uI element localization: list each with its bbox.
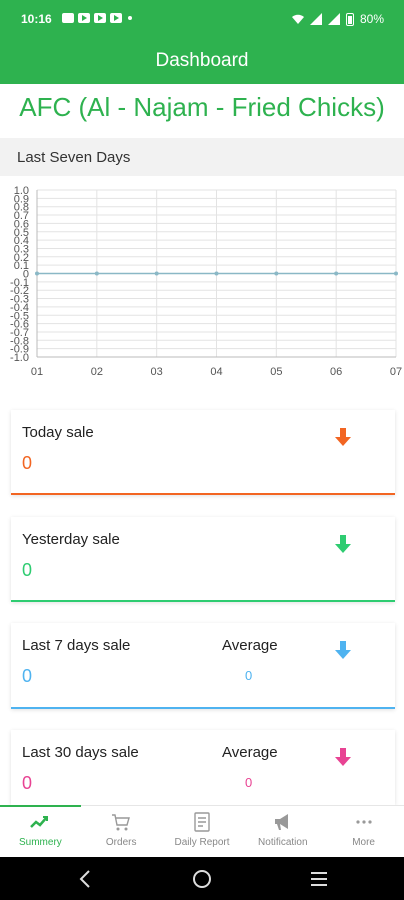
more-notifications-icon bbox=[128, 16, 132, 20]
page-title: Dashboard bbox=[155, 50, 249, 71]
home-icon[interactable] bbox=[190, 867, 214, 891]
restaurant-name: AFC (Al - Najam - Fried Chicks) bbox=[19, 92, 385, 122]
last-30-days-value: 0 bbox=[22, 773, 33, 793]
nav-notification[interactable]: Notification bbox=[242, 806, 323, 857]
x-tick-label: 06 bbox=[330, 366, 342, 378]
average-label: Average bbox=[222, 744, 278, 761]
back-icon[interactable] bbox=[74, 867, 98, 891]
nav-more[interactable]: More bbox=[323, 806, 404, 857]
trend-icon bbox=[30, 816, 49, 828]
report-icon bbox=[194, 812, 210, 832]
battery-level: 80% bbox=[359, 12, 384, 26]
app-bar: Dashboard bbox=[0, 38, 404, 84]
last-7-days-label: Last 7 days sale bbox=[22, 637, 131, 654]
data-point bbox=[274, 271, 279, 276]
data-point bbox=[94, 271, 99, 276]
bottom-navigation: Summery Orders Daily Report Notification… bbox=[0, 805, 404, 857]
card-underline bbox=[11, 493, 395, 495]
megaphone-icon bbox=[274, 814, 288, 830]
message-icon bbox=[62, 13, 74, 23]
section-title: Last Seven Days bbox=[17, 149, 131, 166]
arrow-down-icon bbox=[335, 535, 351, 553]
nav-label: Summery bbox=[19, 837, 62, 848]
nav-daily-report[interactable]: Daily Report bbox=[162, 806, 243, 857]
status-bar: 10:16 80% bbox=[0, 0, 404, 38]
notification-icons bbox=[62, 13, 132, 23]
signal-icon bbox=[309, 13, 322, 25]
yesterday-sale-value: 0 bbox=[22, 560, 33, 580]
x-tick-label: 07 bbox=[390, 366, 402, 378]
system-navigation-bar bbox=[0, 857, 404, 900]
nav-label: Orders bbox=[105, 837, 137, 848]
y-tick-label: -1.0 bbox=[10, 352, 29, 364]
wifi-icon bbox=[291, 14, 304, 24]
nav-label: Notification bbox=[258, 837, 308, 848]
x-tick-label: 03 bbox=[151, 366, 163, 378]
signal-icon bbox=[327, 13, 340, 25]
sales-line-chart: 1.00.90.80.70.60.50.40.30.20.10-0.1-0.2-… bbox=[10, 185, 402, 378]
data-point bbox=[394, 271, 398, 276]
today-sale-card[interactable]: Today sale 0 bbox=[11, 410, 395, 495]
data-point bbox=[214, 271, 219, 276]
yesterday-sale-label: Yesterday sale bbox=[22, 531, 120, 548]
last-7-days-card[interactable]: Last 7 days sale 0 Average 0 bbox=[11, 623, 395, 709]
data-point bbox=[334, 271, 339, 276]
card-underline bbox=[11, 600, 395, 602]
x-tick-label: 04 bbox=[210, 366, 222, 378]
nav-summery[interactable]: Summery bbox=[0, 805, 81, 857]
battery-icon bbox=[345, 12, 354, 26]
today-sale-label: Today sale bbox=[22, 424, 94, 441]
last-30-days-label: Last 30 days sale bbox=[22, 744, 139, 761]
more-icon bbox=[355, 820, 372, 824]
x-tick-label: 01 bbox=[31, 366, 43, 378]
average-label: Average bbox=[222, 637, 278, 654]
last-7-days-value: 0 bbox=[22, 666, 33, 686]
status-time: 10:16 bbox=[21, 12, 52, 26]
x-tick-label: 02 bbox=[91, 366, 103, 378]
x-tick-label: 05 bbox=[270, 366, 282, 378]
section-header: Last Seven Days bbox=[0, 138, 404, 176]
nav-orders[interactable]: Orders bbox=[81, 806, 162, 857]
card-underline bbox=[11, 707, 395, 709]
average-value: 0 bbox=[245, 775, 253, 790]
arrow-down-icon bbox=[335, 641, 351, 659]
youtube-icon bbox=[78, 13, 90, 23]
youtube-icon bbox=[94, 13, 106, 23]
youtube-icon bbox=[110, 13, 122, 23]
cart-icon bbox=[112, 814, 131, 831]
nav-label: Daily Report bbox=[174, 837, 230, 848]
arrow-down-icon bbox=[335, 428, 351, 446]
system-status: 80% bbox=[291, 12, 384, 26]
today-sale-value: 0 bbox=[22, 453, 33, 473]
arrow-down-icon bbox=[335, 748, 351, 766]
data-point bbox=[35, 271, 39, 276]
recents-icon[interactable] bbox=[307, 867, 331, 891]
yesterday-sale-card[interactable]: Yesterday sale 0 bbox=[11, 517, 395, 602]
nav-label: More bbox=[352, 837, 375, 848]
last-30-days-card[interactable]: Last 30 days sale 0 Average 0 bbox=[11, 730, 395, 805]
average-value: 0 bbox=[245, 668, 253, 683]
data-point bbox=[154, 271, 159, 276]
